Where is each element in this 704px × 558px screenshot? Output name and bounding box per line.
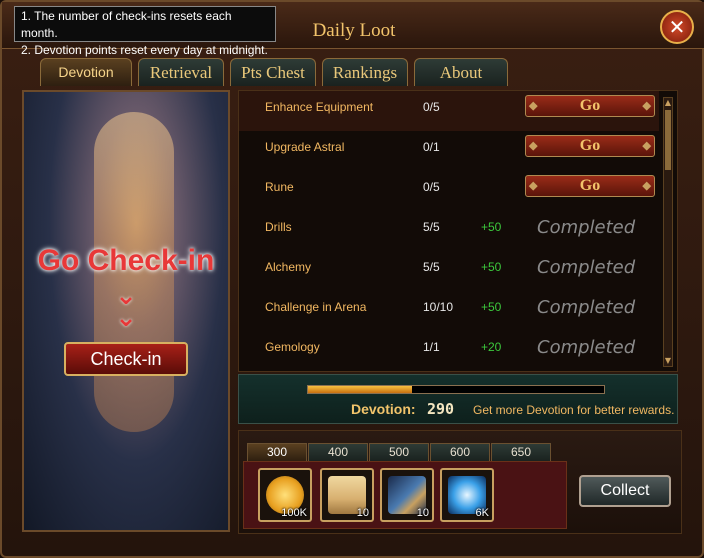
reward-slot[interactable]: 6K [440, 468, 494, 522]
completed-label: Completed [537, 297, 636, 318]
tier-tab-500[interactable]: 500 [369, 443, 429, 461]
reward-slot[interactable]: 100K [258, 468, 312, 522]
tooltip-line-1: 1. The number of check-ins resets each m… [21, 9, 232, 40]
go-button[interactable]: Go [525, 175, 655, 197]
tooltip-line-2: 2. Devotion points reset every day at mi… [21, 43, 268, 57]
scrollbar-thumb[interactable] [665, 110, 671, 170]
task-row: Gemology 1/1 +20 Completed [239, 331, 659, 371]
devotion-progress-fill [308, 386, 412, 393]
go-button[interactable]: Go [525, 135, 655, 157]
reward-panel: 300 400 500 600 650 100K 10 10 6K Collec… [238, 430, 682, 534]
task-name: Gemology [265, 340, 320, 354]
devotion-value: 290 [427, 400, 455, 418]
task-name: Enhance Equipment [265, 100, 374, 114]
tier-tab-400[interactable]: 400 [308, 443, 368, 461]
go-button[interactable]: Go [525, 95, 655, 117]
task-progress: 5/5 [423, 260, 440, 274]
close-icon[interactable]: ✕ [660, 10, 694, 44]
task-name: Upgrade Astral [265, 140, 345, 154]
chevron-down-icon: ⌄ [115, 303, 137, 333]
tab-about[interactable]: About [414, 58, 508, 86]
daily-loot-window: Daily Loot 1. The number of check-ins re… [0, 0, 704, 558]
reward-qty: 10 [356, 507, 369, 519]
reward-items: 100K 10 10 6K [243, 461, 567, 529]
task-row: Enhance Equipment 0/5 Go [239, 91, 659, 131]
task-progress: 0/5 [423, 180, 440, 194]
devotion-hint: Get more Devotion for better rewards. [473, 403, 675, 417]
collect-button[interactable]: Collect [579, 475, 671, 507]
task-progress: 0/5 [423, 100, 440, 114]
tier-tab-650[interactable]: 650 [491, 443, 551, 461]
task-row: Rune 0/5 Go [239, 171, 659, 211]
task-progress: 0/1 [423, 140, 440, 154]
task-points: +50 [481, 260, 502, 274]
reward-slot[interactable]: 10 [380, 468, 434, 522]
scroll-up-icon[interactable]: ▲ [664, 98, 672, 108]
reward-qty: 6K [475, 507, 489, 519]
info-tooltip: 1. The number of check-ins resets each m… [14, 6, 276, 57]
go-check-in-banner: Go Check-in [37, 244, 215, 277]
task-points: +50 [481, 300, 502, 314]
task-list: Enhance Equipment 0/5 Go Upgrade Astral … [238, 90, 678, 372]
task-name: Drills [265, 220, 292, 234]
devotion-label: Devotion: [351, 401, 416, 417]
reward-slot[interactable]: 10 [320, 468, 374, 522]
task-list-scrollbar[interactable]: ▲ ▼ [663, 97, 673, 367]
task-name: Rune [265, 180, 294, 194]
task-points: +20 [481, 340, 502, 354]
tab-rankings[interactable]: Rankings [322, 58, 408, 86]
tier-tab-600[interactable]: 600 [430, 443, 490, 461]
task-progress: 10/10 [423, 300, 454, 314]
task-row: Alchemy 5/5 +50 Completed [239, 251, 659, 291]
task-points: +50 [481, 220, 502, 234]
task-progress: 5/5 [423, 220, 440, 234]
task-row: Upgrade Astral 0/1 Go [239, 131, 659, 171]
devotion-area: Devotion: 290 Get more Devotion for bett… [238, 374, 678, 424]
scroll-down-icon[interactable]: ▼ [664, 356, 672, 366]
task-row: Challenge in Arena 10/10 +50 Completed [239, 291, 659, 331]
reward-qty: 100K [281, 507, 307, 519]
task-row: Drills 5/5 +50 Completed [239, 211, 659, 251]
tab-devotion-bonus[interactable]: Devotion Bonus [40, 58, 132, 107]
tier-tab-300[interactable]: 300 [247, 443, 307, 461]
task-name: Alchemy [265, 260, 312, 274]
task-name: Challenge in Arena [265, 300, 367, 314]
tab-retrieval[interactable]: Retrieval [138, 58, 224, 86]
completed-label: Completed [537, 337, 636, 358]
tab-pts-chest[interactable]: Pts Chest [230, 58, 316, 86]
devotion-progress-bar [307, 385, 605, 394]
task-progress: 1/1 [423, 340, 440, 354]
check-in-button[interactable]: Check-in [64, 342, 188, 376]
completed-label: Completed [537, 217, 636, 238]
check-in-panel: Go Check-in ⌄ ⌄ Check-in [22, 90, 230, 532]
completed-label: Completed [537, 257, 636, 278]
reward-qty: 10 [416, 507, 429, 519]
